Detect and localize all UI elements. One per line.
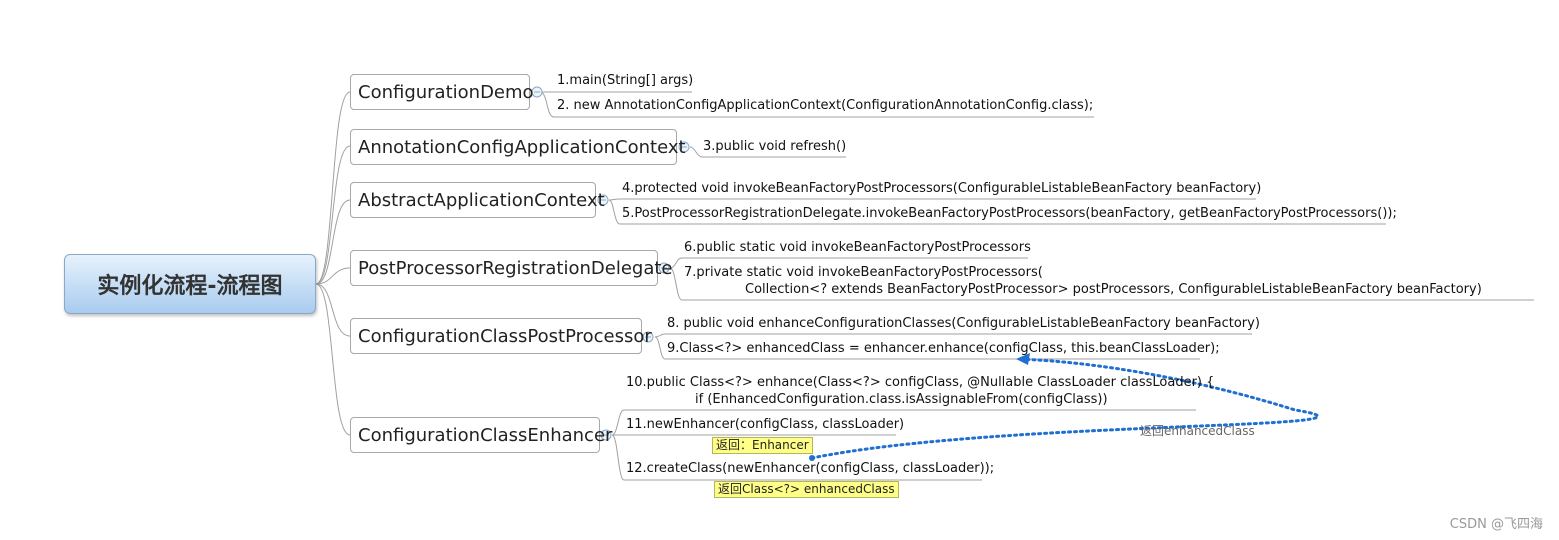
leaf-step-8[interactable]: 8. public void enhanceConfigurationClass… xyxy=(667,315,1260,332)
leaf-step-6[interactable]: 6.public static void invokeBeanFactoryPo… xyxy=(684,239,1031,256)
node-configuration-class-post-processor[interactable]: ConfigurationClassPostProcessor xyxy=(350,318,652,354)
leaf-step-10-line-1[interactable]: 10.public Class<?> enhance(Class<?> conf… xyxy=(626,374,1214,391)
node-annotation-config-application-context[interactable]: AnnotationConfigApplicationContext xyxy=(350,129,686,165)
node-configuration-demo[interactable]: ConfigurationDemo xyxy=(350,74,534,110)
leaf-step-5[interactable]: 5.PostProcessorRegistrationDelegate.invo… xyxy=(622,205,1397,222)
root-topic[interactable]: 实例化流程-流程图 xyxy=(64,254,316,314)
node-abstract-application-context[interactable]: AbstractApplicationContext xyxy=(350,182,605,218)
leaf-step-2[interactable]: 2. new AnnotationConfigApplicationContex… xyxy=(557,97,1093,114)
leaf-step-12[interactable]: 12.createClass(newEnhancer(configClass, … xyxy=(626,460,994,477)
leaf-step-11[interactable]: 11.newEnhancer(configClass, classLoader) xyxy=(626,416,904,433)
callout-return-enhanced-class[interactable]: 返回Class<?> enhancedClass xyxy=(714,481,899,498)
leaf-step-7-line-2[interactable]: Collection<? extends BeanFactoryPostProc… xyxy=(745,281,1482,298)
relationship-label[interactable]: 返回enhancedClass xyxy=(1140,422,1255,439)
node-configuration-class-enhancer[interactable]: ConfigurationClassEnhancer xyxy=(350,417,612,453)
leaf-step-10-line-2[interactable]: if (EnhancedConfiguration.class.isAssign… xyxy=(695,391,1108,408)
leaf-step-7-line-1[interactable]: 7.private static void invokeBeanFactoryP… xyxy=(684,264,1043,281)
leaf-step-4[interactable]: 4.protected void invokeBeanFactoryPostPr… xyxy=(622,180,1261,197)
leaf-step-3[interactable]: 3.public void refresh() xyxy=(703,138,846,155)
leaf-step-1[interactable]: 1.main(String[] args) xyxy=(557,72,693,89)
node-post-processor-registration-delegate[interactable]: PostProcessorRegistrationDelegate xyxy=(350,250,673,286)
leaf-step-9[interactable]: 9.Class<?> enhancedClass = enhancer.enha… xyxy=(667,340,1220,357)
watermark: CSDN @飞四海 xyxy=(1449,517,1543,532)
callout-return-enhancer[interactable]: 返回：Enhancer xyxy=(712,437,813,454)
